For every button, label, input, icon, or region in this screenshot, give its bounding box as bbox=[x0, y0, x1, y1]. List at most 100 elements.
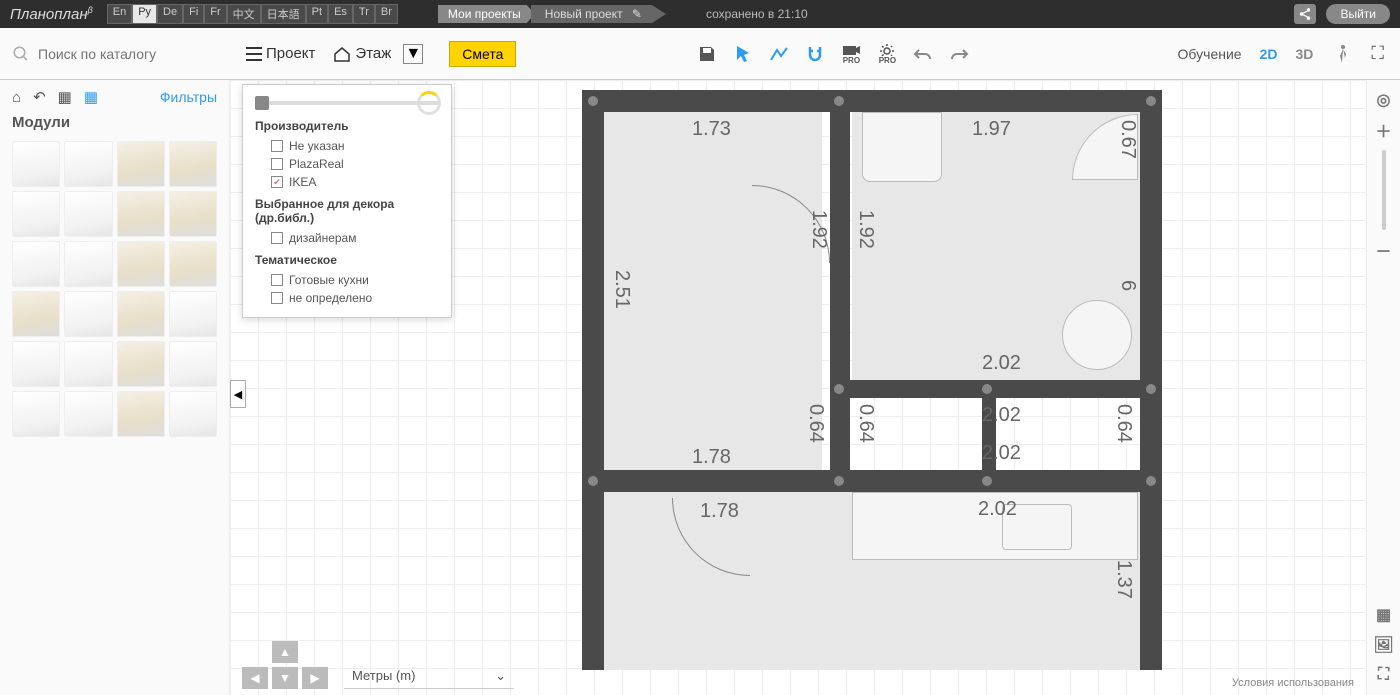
zoom-in-button[interactable]: ＋ bbox=[1374, 120, 1394, 140]
breadcrumb-current[interactable]: Новый проект ✎ bbox=[531, 5, 666, 23]
module-thumb[interactable] bbox=[117, 391, 165, 437]
canvas[interactable]: Производитель Не указан PlazaReal ✔IKEA … bbox=[230, 80, 1400, 695]
filter-group-manufacturer: Производитель bbox=[255, 119, 439, 133]
nav-down[interactable]: ▼ bbox=[272, 667, 298, 689]
pencil-icon[interactable]: ✎ bbox=[632, 7, 642, 21]
redo-button[interactable] bbox=[948, 43, 970, 65]
grid-view-icon[interactable]: ▦ bbox=[1374, 605, 1394, 625]
lang-tr[interactable]: Tr bbox=[353, 4, 375, 24]
module-thumb[interactable] bbox=[12, 241, 60, 287]
filter-slider[interactable] bbox=[255, 101, 439, 105]
fullscreen-button[interactable]: ⛶ bbox=[1371, 43, 1384, 64]
module-thumb[interactable] bbox=[64, 391, 112, 437]
cursor-tool[interactable] bbox=[732, 43, 754, 65]
breadcrumb-projects[interactable]: Мои проекты bbox=[438, 5, 535, 23]
dim-label: 6 bbox=[1116, 280, 1139, 291]
filter-opt-kitchens[interactable]: Готовые кухни bbox=[255, 271, 439, 289]
project-menu[interactable]: Проект bbox=[240, 41, 321, 66]
lang-ja[interactable]: 日本語 bbox=[261, 4, 306, 24]
nav-right[interactable]: ▶ bbox=[302, 667, 328, 689]
module-thumb[interactable] bbox=[117, 191, 165, 237]
expand-icon[interactable]: ⛶ bbox=[1374, 665, 1394, 685]
dim-label: 0.67 bbox=[1116, 120, 1139, 159]
module-thumb[interactable] bbox=[12, 141, 60, 187]
nav-up[interactable]: ▲ bbox=[272, 641, 298, 663]
training-link[interactable]: Обучение bbox=[1178, 46, 1242, 62]
terms-link[interactable]: Условия использования bbox=[1232, 677, 1354, 689]
save-icon[interactable] bbox=[696, 43, 718, 65]
lang-es[interactable]: Es bbox=[328, 4, 353, 24]
module-grid bbox=[0, 135, 229, 443]
lang-fr[interactable]: Fr bbox=[204, 4, 226, 24]
floorplan[interactable]: 1.73 1.97 0.67 1.92 1.92 2.51 6 2.02 0.6… bbox=[582, 90, 1172, 670]
module-thumb[interactable] bbox=[169, 341, 217, 387]
module-thumb[interactable] bbox=[169, 291, 217, 337]
wall-tool[interactable] bbox=[768, 43, 790, 65]
module-thumb[interactable] bbox=[12, 191, 60, 237]
lang-zh[interactable]: 中文 bbox=[227, 4, 261, 24]
floor-menu[interactable]: Этаж bbox=[327, 41, 397, 66]
module-thumb[interactable] bbox=[117, 341, 165, 387]
collapse-sidebar-button[interactable]: ◀ bbox=[230, 380, 246, 408]
view-3d[interactable]: 3D bbox=[1295, 46, 1313, 62]
filters-link[interactable]: Фильтры bbox=[160, 89, 217, 105]
filter-group-theme: Тематическое bbox=[255, 253, 439, 267]
module-thumb[interactable] bbox=[12, 391, 60, 437]
floor-dropdown[interactable]: ▼ bbox=[403, 44, 423, 64]
lang-pt[interactable]: Pt bbox=[306, 4, 328, 24]
nav-left[interactable]: ◀ bbox=[242, 667, 268, 689]
lang-br[interactable]: Br bbox=[375, 4, 398, 24]
magnet-tool[interactable] bbox=[804, 43, 826, 65]
units-dropdown[interactable]: Метры (m)⌄ bbox=[344, 663, 514, 689]
module-thumb[interactable] bbox=[64, 241, 112, 287]
dim-label: 1.97 bbox=[972, 118, 1011, 141]
lang-de[interactable]: De bbox=[157, 4, 183, 24]
image-icon[interactable]: 🖼 bbox=[1374, 635, 1394, 655]
dim-label: 1.78 bbox=[692, 446, 731, 469]
module-thumb[interactable] bbox=[64, 191, 112, 237]
module-thumb[interactable] bbox=[64, 291, 112, 337]
dim-label: 0.64 bbox=[1112, 404, 1135, 443]
module-thumb[interactable] bbox=[117, 241, 165, 287]
dim-label: 1.92 bbox=[807, 210, 830, 249]
exit-button[interactable]: Выйти bbox=[1326, 4, 1390, 24]
module-thumb[interactable] bbox=[169, 191, 217, 237]
filter-opt-undefined[interactable]: не определено bbox=[255, 289, 439, 307]
catalog-search[interactable] bbox=[0, 45, 230, 63]
back-icon[interactable]: ↶ bbox=[33, 88, 46, 106]
filter-opt-plazareal[interactable]: PlazaReal bbox=[255, 155, 439, 173]
module-thumb[interactable] bbox=[12, 291, 60, 337]
share-button[interactable] bbox=[1294, 4, 1316, 24]
module-thumb[interactable] bbox=[169, 241, 217, 287]
zoom-out-button[interactable]: － bbox=[1374, 240, 1394, 260]
undo-button[interactable] bbox=[912, 43, 934, 65]
estimate-button[interactable]: Смета bbox=[449, 41, 516, 67]
main-area: ⌂ ↶ ▦ ▦ Фильтры Модули Производитель Не … bbox=[0, 80, 1400, 695]
module-thumb[interactable] bbox=[117, 141, 165, 187]
module-thumb[interactable] bbox=[169, 141, 217, 187]
filter-opt-none[interactable]: Не указан bbox=[255, 137, 439, 155]
module-thumb[interactable] bbox=[117, 291, 165, 337]
grid-small-icon[interactable]: ▦ bbox=[84, 88, 98, 106]
filter-opt-ikea[interactable]: ✔IKEA bbox=[255, 173, 439, 191]
camera-tool[interactable]: PRO bbox=[840, 43, 862, 65]
filter-opt-designers[interactable]: дизайнерам bbox=[255, 229, 439, 247]
section-title: Модули bbox=[0, 114, 229, 135]
target-icon[interactable]: ◎ bbox=[1374, 90, 1394, 110]
module-thumb[interactable] bbox=[64, 341, 112, 387]
app-logo: Планопланβ bbox=[10, 5, 93, 23]
lang-fi[interactable]: Fi bbox=[183, 4, 204, 24]
lang-en[interactable]: En bbox=[107, 4, 132, 24]
zoom-slider[interactable] bbox=[1382, 150, 1386, 230]
module-thumb[interactable] bbox=[169, 391, 217, 437]
light-tool[interactable]: PRO bbox=[876, 43, 898, 65]
grid-large-icon[interactable]: ▦ bbox=[58, 88, 72, 106]
module-thumb[interactable] bbox=[64, 141, 112, 187]
module-thumb[interactable] bbox=[12, 341, 60, 387]
lang-ru[interactable]: Ру bbox=[132, 4, 157, 24]
view-2d[interactable]: 2D bbox=[1260, 46, 1278, 62]
search-input[interactable] bbox=[38, 46, 208, 62]
dim-label: 1.73 bbox=[692, 118, 731, 141]
walk-mode[interactable] bbox=[1331, 43, 1353, 65]
home-icon[interactable]: ⌂ bbox=[12, 89, 21, 106]
